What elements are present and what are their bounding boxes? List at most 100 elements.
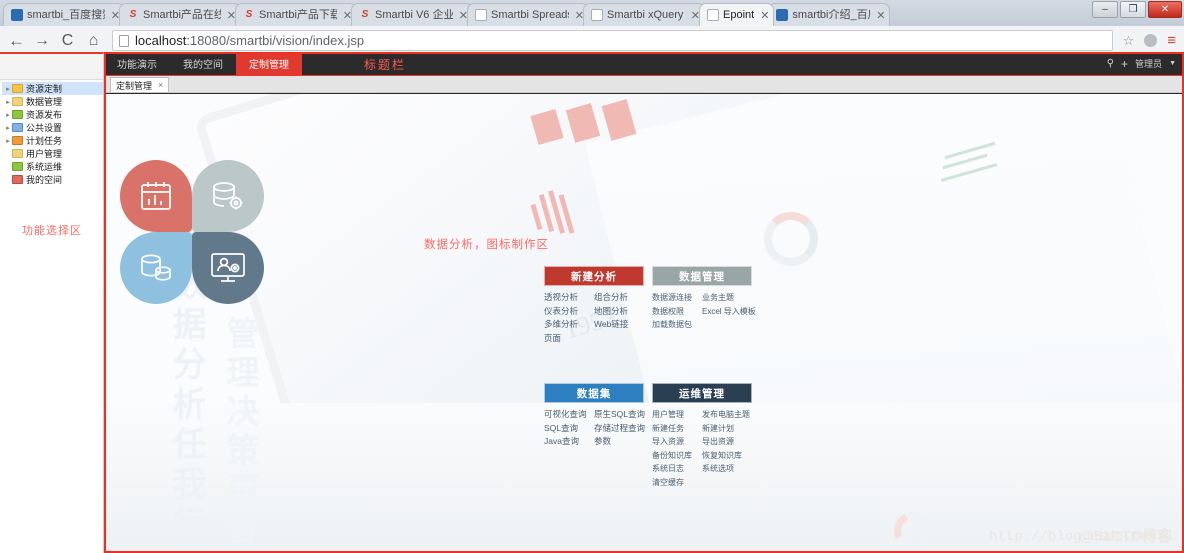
panel-link[interactable]: 新建计划 bbox=[702, 422, 752, 436]
panel-link[interactable]: 数据源连接 bbox=[652, 291, 702, 305]
panel-link[interactable]: Java查询 bbox=[544, 435, 594, 449]
panel-1: 数据管理 数据源连接 业务主题 数据权限 Excel 导入模板 加载数据包 bbox=[652, 266, 756, 345]
panel-link[interactable]: 恢复知识库 bbox=[702, 449, 752, 463]
expand-arrow-icon[interactable]: ▸ bbox=[4, 137, 12, 145]
panel-link[interactable]: 新建任务 bbox=[652, 422, 702, 436]
back-icon[interactable]: ← bbox=[8, 31, 25, 51]
new-tab-button[interactable] bbox=[898, 10, 924, 26]
panel-link[interactable]: 页面 bbox=[544, 332, 594, 346]
folder-green-icon bbox=[12, 162, 23, 171]
panel-link[interactable]: 导出资源 bbox=[702, 435, 752, 449]
sidebar-item-7[interactable]: 我的空间 bbox=[2, 173, 103, 186]
panel-link[interactable]: 清空缓存 bbox=[652, 476, 702, 490]
browser-tab-title: smartbi_百度搜索 bbox=[27, 8, 105, 21]
current-user-label[interactable]: 管理员 bbox=[1135, 57, 1162, 70]
browser-tab-title: Smartbi xQuery Edition bbox=[607, 8, 685, 21]
topnav-item-2[interactable]: 定制管理 bbox=[236, 52, 302, 75]
window-minimize-button[interactable]: – bbox=[1092, 1, 1118, 18]
expand-arrow-icon[interactable]: ▸ bbox=[4, 98, 12, 106]
sidebar-item-3[interactable]: ▸ 公共设置 bbox=[2, 121, 103, 134]
reload-icon[interactable]: C bbox=[60, 32, 75, 50]
monitor-user-icon[interactable] bbox=[192, 232, 264, 304]
browser-tab[interactable]: SSmartbi V6 企业套件 - Sm✕ bbox=[351, 3, 473, 26]
chevron-down-icon[interactable]: ▼ bbox=[1169, 60, 1176, 67]
page-icon bbox=[591, 9, 603, 21]
panel-link[interactable]: 系统选项 bbox=[702, 462, 752, 476]
home-icon[interactable]: ⌂ bbox=[86, 32, 101, 50]
smartbi-application: ▸ 资源定制 ▸ 数据管理 ▸ 资源发布 ▸ 公共设置 ▸ 计划任务 用户管理 系统运维 我的空间 功能… bbox=[0, 52, 1184, 553]
panel-link[interactable]: 导入资源 bbox=[652, 435, 702, 449]
folder-orange-icon bbox=[12, 136, 23, 145]
panel-links: 用户管理 发布电脑主题 新建任务 新建计划 导入资源 导出资源 备份知识库 恢复知识库 系统日志… bbox=[652, 403, 752, 489]
close-icon[interactable]: × bbox=[158, 80, 163, 90]
profile-avatar[interactable] bbox=[1144, 34, 1158, 47]
panel-link[interactable]: 存储过程查询 bbox=[594, 422, 645, 436]
watermark-vertical-1: 数据分析任我行 bbox=[166, 266, 206, 546]
app-tab-row: 定制管理 × bbox=[104, 76, 1184, 93]
panel-title[interactable]: 数据管理 bbox=[652, 266, 752, 286]
folder-tan-icon bbox=[12, 149, 23, 158]
page-info-icon[interactable] bbox=[119, 34, 129, 47]
browser-tab[interactable]: SSmartbi产品在线演示✕ bbox=[119, 3, 241, 26]
panel-title[interactable]: 运维管理 bbox=[652, 383, 752, 403]
app-tab-dingzhiguanli[interactable]: 定制管理 × bbox=[110, 77, 170, 92]
search-icon[interactable]: ⚲ bbox=[1107, 58, 1114, 69]
browser-tab[interactable]: Epoint ✕ bbox=[699, 3, 775, 26]
baidu-icon bbox=[11, 9, 23, 21]
panel-link[interactable]: 仪表分析 bbox=[544, 305, 594, 319]
plus-icon[interactable]: + bbox=[1121, 57, 1128, 71]
browser-menu-icon[interactable]: ≡ bbox=[1167, 33, 1176, 48]
panel-link[interactable]: 备份知识库 bbox=[652, 449, 702, 463]
panel-link[interactable]: Web链接 bbox=[594, 318, 644, 332]
browser-tab[interactable]: smartbi介绍_百度搜索 ✕ bbox=[768, 3, 891, 26]
smartbi-icon: S bbox=[129, 9, 137, 20]
close-icon[interactable]: ✕ bbox=[876, 9, 885, 22]
panel-link[interactable]: 地图分析 bbox=[594, 305, 644, 319]
sidebar-item-0[interactable]: ▸ 资源定制 bbox=[2, 82, 103, 95]
panel-link[interactable]: Excel 导入模板 bbox=[702, 305, 756, 319]
browser-tab[interactable]: Smartbi Spreadsheet Edit✕ bbox=[467, 3, 589, 26]
browser-tab-title: smartbi介绍_百度搜索 bbox=[792, 8, 870, 21]
browser-tab[interactable]: Smartbi xQuery Edition✕ bbox=[583, 3, 705, 26]
sidebar-item-2[interactable]: ▸ 资源发布 bbox=[2, 108, 103, 121]
expand-arrow-icon[interactable]: ▸ bbox=[4, 85, 12, 93]
expand-arrow-icon[interactable]: ▸ bbox=[4, 111, 12, 119]
forward-icon[interactable]: → bbox=[34, 32, 50, 50]
browser-tab[interactable]: SSmartbi产品下载 | 专业的B✕ bbox=[235, 3, 357, 26]
browser-tab[interactable]: smartbi_百度搜索 ✕ bbox=[3, 3, 125, 26]
bookmark-star-icon[interactable]: ☆ bbox=[1123, 33, 1135, 49]
database-stack-icon[interactable] bbox=[120, 232, 192, 304]
sidebar-item-5[interactable]: 用户管理 bbox=[2, 147, 103, 160]
topnav-item-1[interactable]: 我的空间 bbox=[170, 52, 236, 75]
sidebar-item-6[interactable]: 系统运维 bbox=[2, 160, 103, 173]
chart-calendar-icon[interactable] bbox=[120, 160, 192, 232]
panel-link[interactable]: 发布电脑主题 bbox=[702, 408, 752, 422]
panel-title[interactable]: 新建分析 bbox=[544, 266, 644, 286]
database-gear-icon[interactable] bbox=[192, 160, 264, 232]
quick-launch-panels: 新建分析 透视分析 组合分析 仪表分析 地图分析 多维分析 Web链接 页面 数据管理 数据源连接… bbox=[544, 266, 764, 489]
window-maximize-button[interactable]: ❐ bbox=[1120, 1, 1146, 18]
sidebar-item-1[interactable]: ▸ 数据管理 bbox=[2, 95, 103, 108]
window-close-button[interactable]: ✕ bbox=[1148, 1, 1182, 18]
address-bar[interactable]: localhost:18080/smartbi/vision/index.jsp bbox=[112, 30, 1113, 51]
panel-links: 数据源连接 业务主题 数据权限 Excel 导入模板 加载数据包 bbox=[652, 286, 756, 332]
browser-tab-title: Smartbi产品下载 | 专业的B bbox=[259, 8, 337, 21]
panel-link[interactable]: 组合分析 bbox=[594, 291, 644, 305]
topnav-item-0[interactable]: 功能演示 bbox=[104, 52, 170, 75]
panel-title[interactable]: 数据集 bbox=[544, 383, 644, 403]
sidebar-item-label: 系统运维 bbox=[26, 162, 63, 172]
close-icon[interactable]: ✕ bbox=[760, 9, 769, 22]
panel-link[interactable]: 业务主题 bbox=[702, 291, 752, 305]
panel-link[interactable]: 数据权限 bbox=[652, 305, 702, 319]
panel-link[interactable]: 多维分析 bbox=[544, 318, 594, 332]
panel-link[interactable]: 系统日志 bbox=[652, 462, 702, 476]
panel-link[interactable]: 加载数据包 bbox=[652, 318, 702, 332]
panel-link[interactable]: 透视分析 bbox=[544, 291, 594, 305]
panel-link[interactable]: 原生SQL查询 bbox=[594, 408, 645, 422]
panel-link[interactable]: 可视化查询 bbox=[544, 408, 594, 422]
panel-link[interactable]: 用户管理 bbox=[652, 408, 702, 422]
panel-link[interactable]: SQL查询 bbox=[544, 422, 594, 436]
panel-link[interactable]: 参数 bbox=[594, 435, 644, 449]
sidebar-item-4[interactable]: ▸ 计划任务 bbox=[2, 134, 103, 147]
expand-arrow-icon[interactable]: ▸ bbox=[4, 124, 12, 132]
